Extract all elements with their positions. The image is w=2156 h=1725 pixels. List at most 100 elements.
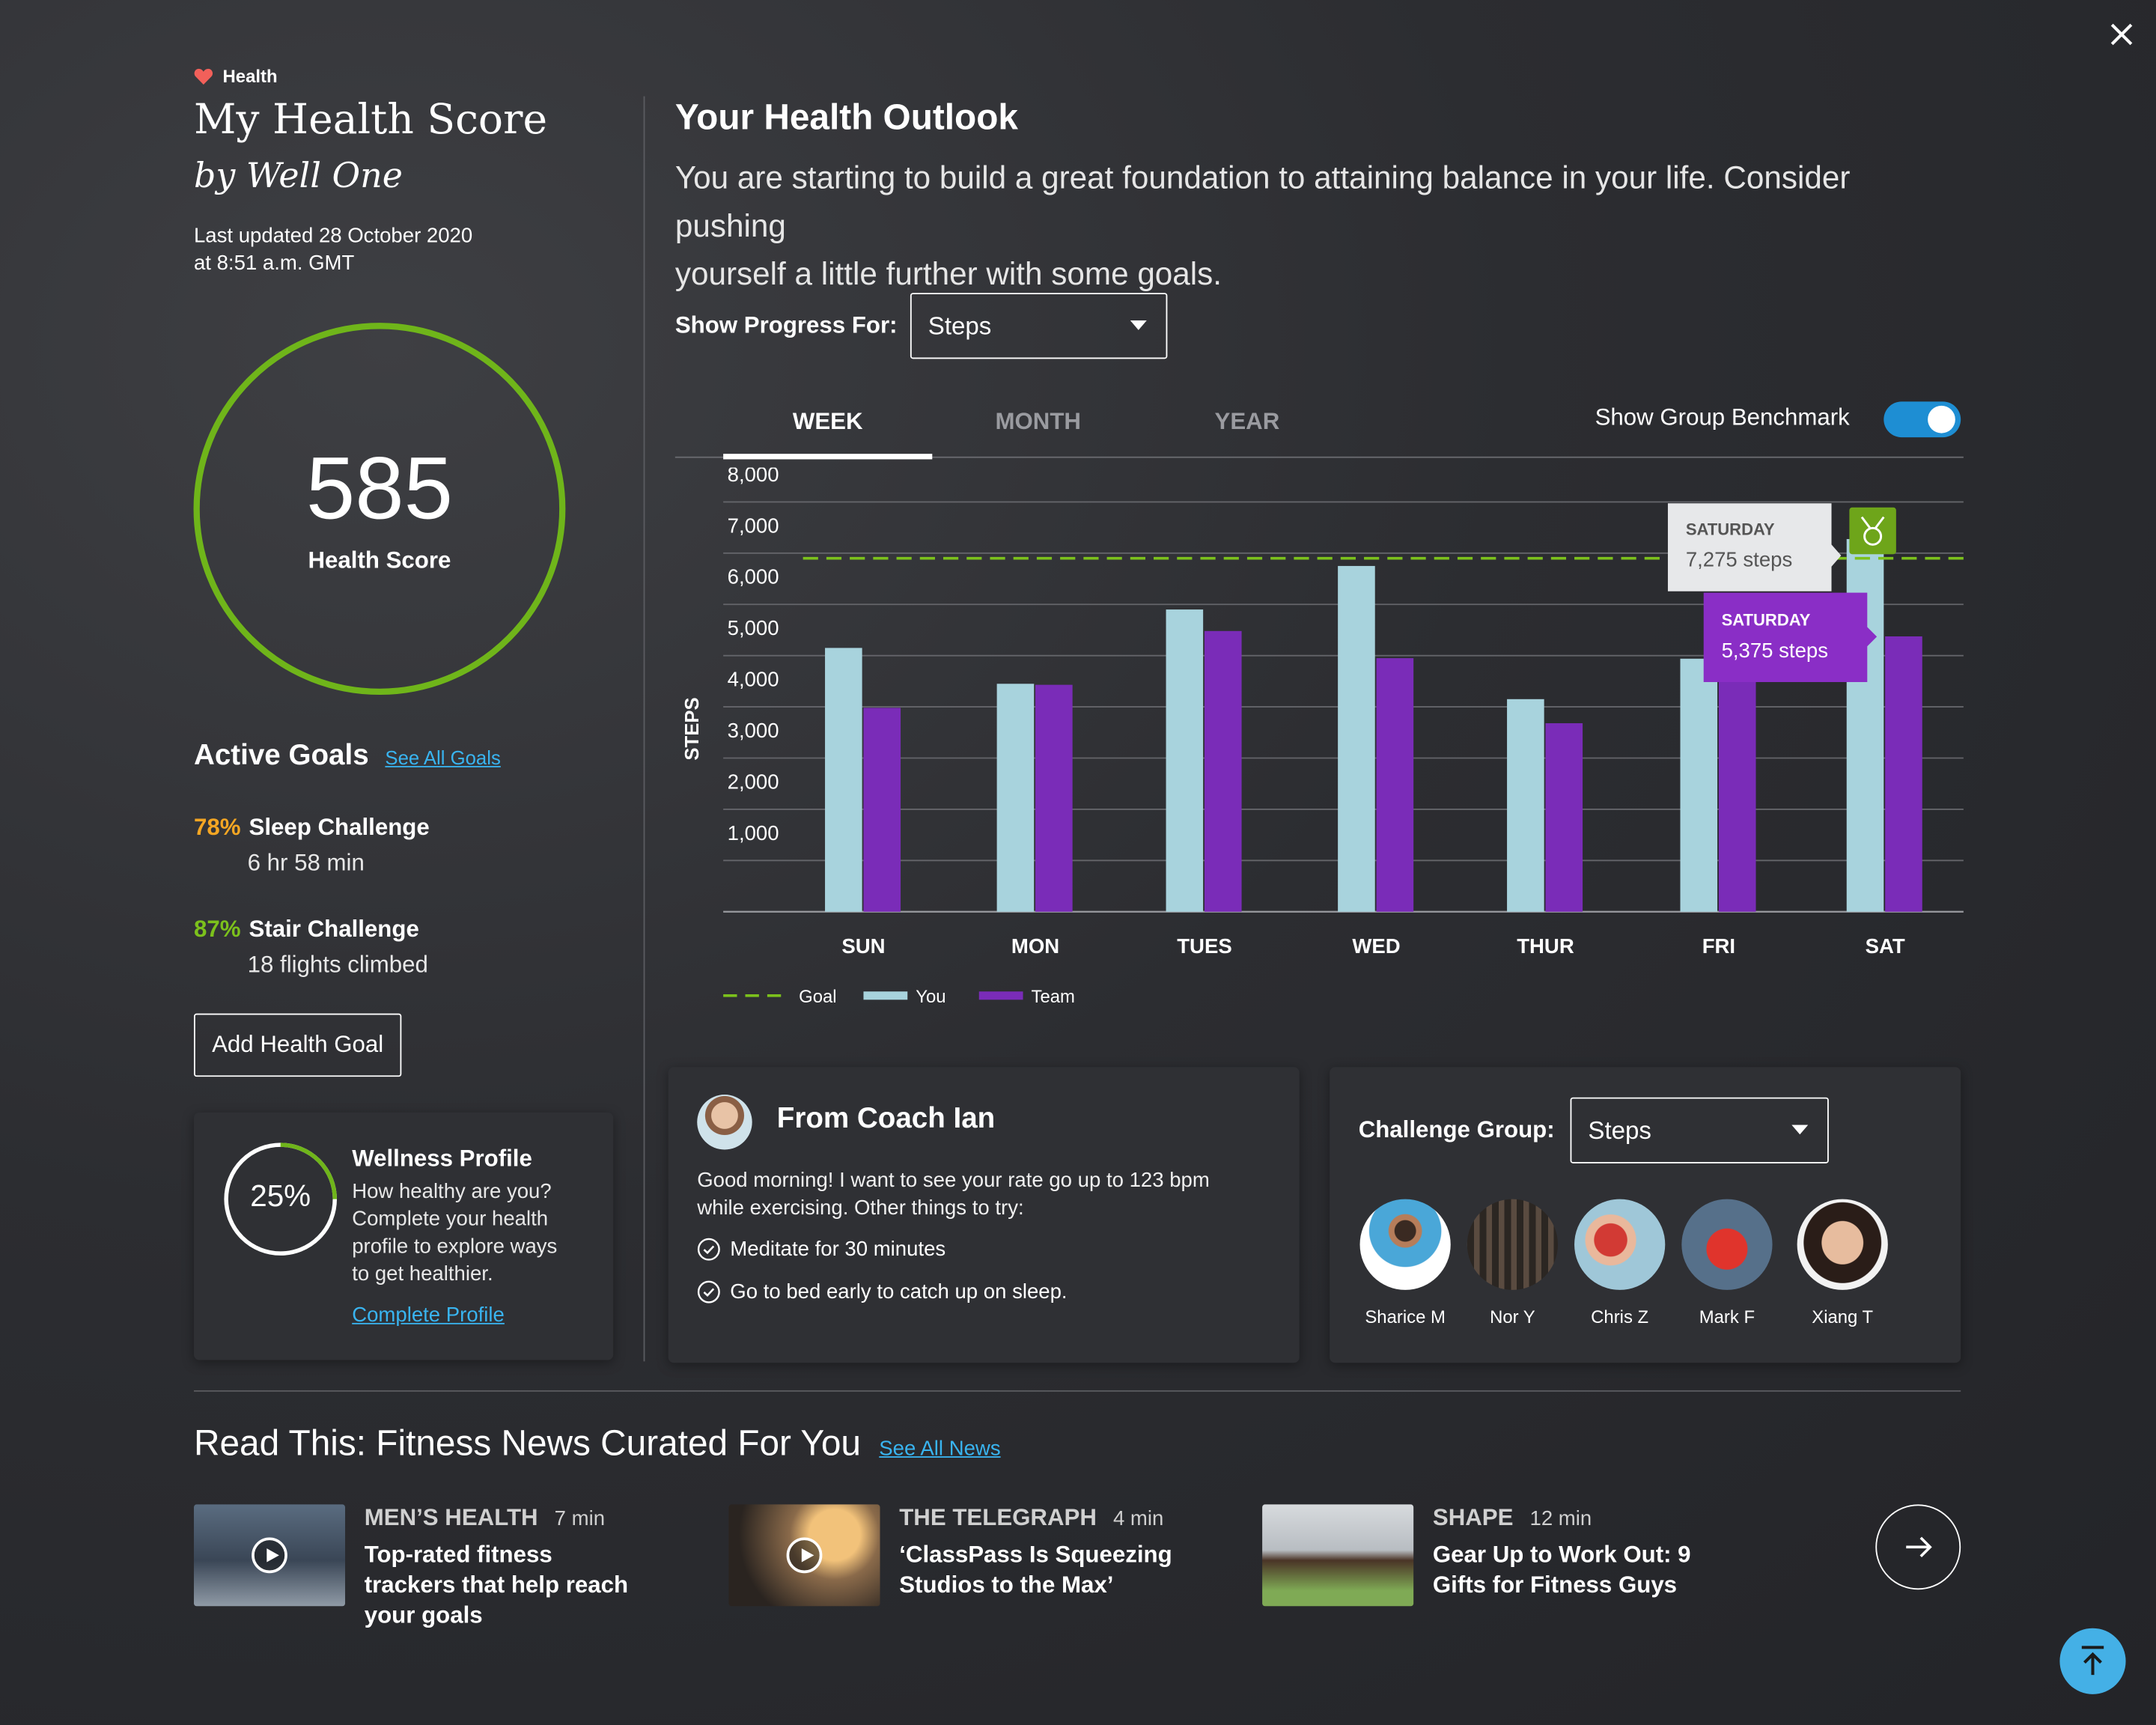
- news-source: MEN’S HEALTH: [364, 1504, 538, 1531]
- avatar: [1467, 1199, 1559, 1290]
- legend-team-swatch: [978, 991, 1023, 1000]
- coach-title: From Coach Ian: [776, 1103, 996, 1135]
- member-mark[interactable]: Mark F: [1672, 1199, 1782, 1327]
- chart-y-axis-label: STEPS: [682, 697, 703, 760]
- wellness-line: to get healthier.: [352, 1262, 493, 1286]
- x-tick-label: SAT: [1866, 934, 1905, 958]
- member-chris[interactable]: Chris Z: [1565, 1199, 1675, 1327]
- member-name: Chris Z: [1591, 1306, 1649, 1327]
- y-tick-label: 4,000: [728, 668, 779, 691]
- coach-tip-text: Go to bed early to catch up on sleep.: [730, 1280, 1068, 1304]
- outlook-title: Your Health Outlook: [674, 96, 1018, 138]
- goal-percent: 87%: [193, 916, 241, 943]
- group-benchmark-toggle[interactable]: [1884, 401, 1961, 438]
- x-tick-label: SUN: [841, 934, 885, 958]
- avatar: [1574, 1199, 1666, 1290]
- health-score-value: 585: [305, 438, 454, 538]
- play-icon: [786, 1537, 823, 1574]
- add-health-goal-button[interactable]: Add Health Goal: [193, 1013, 402, 1077]
- bar-team: [1718, 666, 1756, 912]
- news-title: Read This: Fitness News Curated For You: [193, 1422, 861, 1464]
- active-goals-heading: Active Goals See All Goals: [194, 740, 501, 773]
- group-benchmark-label: Show Group Benchmark: [1595, 404, 1850, 431]
- bar-you: [1338, 565, 1375, 912]
- toggle-knob: [1928, 405, 1955, 433]
- coach-tip-text: Meditate for 30 minutes: [730, 1238, 946, 1262]
- progress-label: Show Progress For:: [674, 311, 898, 338]
- tab-month[interactable]: MONTH: [934, 396, 1142, 454]
- bar-team: [1885, 636, 1922, 912]
- check-circle-icon: [697, 1238, 720, 1261]
- coach-message-line: while exercising. Other things to try:: [697, 1196, 1024, 1220]
- goal-detail: 6 hr 58 min: [247, 850, 365, 876]
- complete-profile-link[interactable]: Complete Profile: [352, 1303, 505, 1327]
- bar-you: [825, 648, 862, 912]
- challenge-group-select[interactable]: Steps: [1570, 1097, 1829, 1163]
- news-headline: Gear Up to Work Out: 9 Gifts for Fitness…: [1432, 1541, 1691, 1598]
- coach-card: From Coach Ian Good morning! I want to s…: [668, 1067, 1300, 1363]
- close-icon[interactable]: [2104, 16, 2140, 52]
- goal-badge-icon: [1849, 507, 1896, 555]
- bar-team: [1545, 722, 1583, 912]
- tooltip-day: SATURDAY: [1722, 611, 1811, 630]
- page-subtitle: by Well One: [193, 155, 403, 195]
- progress-metric-select[interactable]: Steps: [910, 293, 1168, 359]
- member-sharice[interactable]: Sharice M: [1350, 1199, 1461, 1327]
- member-name: Xiang T: [1812, 1306, 1874, 1327]
- check-circle-icon: [697, 1280, 720, 1303]
- see-all-news-link[interactable]: See All News: [879, 1437, 1000, 1460]
- y-tick-label: 3,000: [728, 719, 779, 742]
- challenge-group-label: Challenge Group:: [1358, 1116, 1555, 1143]
- active-goals-title: Active Goals: [193, 740, 369, 772]
- see-all-goals-link[interactable]: See All Goals: [385, 746, 500, 768]
- tab-year[interactable]: YEAR: [1142, 396, 1351, 454]
- goal-item-sleep[interactable]: 78% Sleep Challenge 6 hr 58 min: [194, 814, 430, 877]
- bar-you: [1680, 658, 1718, 912]
- news-heading: Read This: Fitness News Curated For You …: [194, 1422, 1001, 1464]
- goal-percent: 78%: [193, 814, 241, 841]
- page-title: My Health Score: [193, 96, 548, 144]
- x-tick-label: THUR: [1517, 934, 1574, 958]
- chart-legend: Goal You Team: [723, 987, 1075, 1007]
- wellness-text: How healthy are you? Complete your healt…: [352, 1178, 557, 1289]
- tab-week[interactable]: WEEK: [723, 396, 933, 460]
- x-tick-label: WED: [1352, 934, 1400, 958]
- health-score-label: Health Score: [308, 547, 451, 574]
- caret-down-icon: [1791, 1125, 1809, 1135]
- news-read-time: 7 min: [554, 1507, 606, 1531]
- avatar: [1681, 1199, 1773, 1290]
- wellness-line: How healthy are you?: [352, 1179, 552, 1204]
- last-updated-date: Last updated 28 October 2020: [193, 224, 473, 248]
- member-xiang[interactable]: Xiang T: [1788, 1199, 1898, 1327]
- arrow-right-icon[interactable]: [1875, 1504, 1961, 1590]
- member-name: Sharice M: [1365, 1306, 1446, 1327]
- bar-you: [1166, 609, 1204, 912]
- challenge-group-value: Steps: [1588, 1116, 1651, 1144]
- wellness-profile-card: 25% Wellness Profile How healthy are you…: [193, 1112, 614, 1360]
- goal-item-stairs[interactable]: 87% Stair Challenge 18 flights climbed: [194, 916, 428, 979]
- x-tick-label: MON: [1011, 934, 1059, 958]
- news-source: SHAPE: [1432, 1504, 1514, 1531]
- legend-you-swatch: [863, 991, 908, 1000]
- scroll-to-top-icon[interactable]: [2059, 1628, 2126, 1694]
- news-thumbnail: [1262, 1504, 1414, 1607]
- column-divider: [643, 96, 645, 1362]
- tooltip-value: 5,375 steps: [1722, 639, 1828, 662]
- news-headline: ‘ClassPass Is Squeezing Studios to the M…: [899, 1541, 1172, 1598]
- member-nor[interactable]: Nor Y: [1458, 1199, 1568, 1327]
- news-item[interactable]: SHAPE 12 min Gear Up to Work Out: 9 Gifts…: [1262, 1504, 1708, 1607]
- news-item[interactable]: THE TELEGRAPH 4 min ‘ClassPass Is Squeezi…: [728, 1504, 1174, 1607]
- health-dashboard: Health My Health Score by Well One Last …: [0, 0, 2156, 1725]
- legend-team-label: Team: [1032, 987, 1075, 1007]
- x-tick-label: FRI: [1702, 934, 1735, 958]
- legend-you-label: You: [916, 987, 945, 1007]
- news-headline: Top-rated fitness trackers that help rea…: [364, 1541, 629, 1628]
- member-name: Nor Y: [1490, 1306, 1535, 1327]
- news-item[interactable]: MEN’S HEALTH 7 min Top-rated fitness trac…: [193, 1504, 639, 1631]
- bar-team: [863, 708, 901, 912]
- goal-detail: 18 flights climbed: [247, 952, 428, 978]
- news-read-time: 12 min: [1529, 1507, 1592, 1531]
- bar-team: [1035, 684, 1073, 912]
- progress-metric-value: Steps: [928, 311, 992, 339]
- wellness-percent: 25%: [250, 1178, 311, 1213]
